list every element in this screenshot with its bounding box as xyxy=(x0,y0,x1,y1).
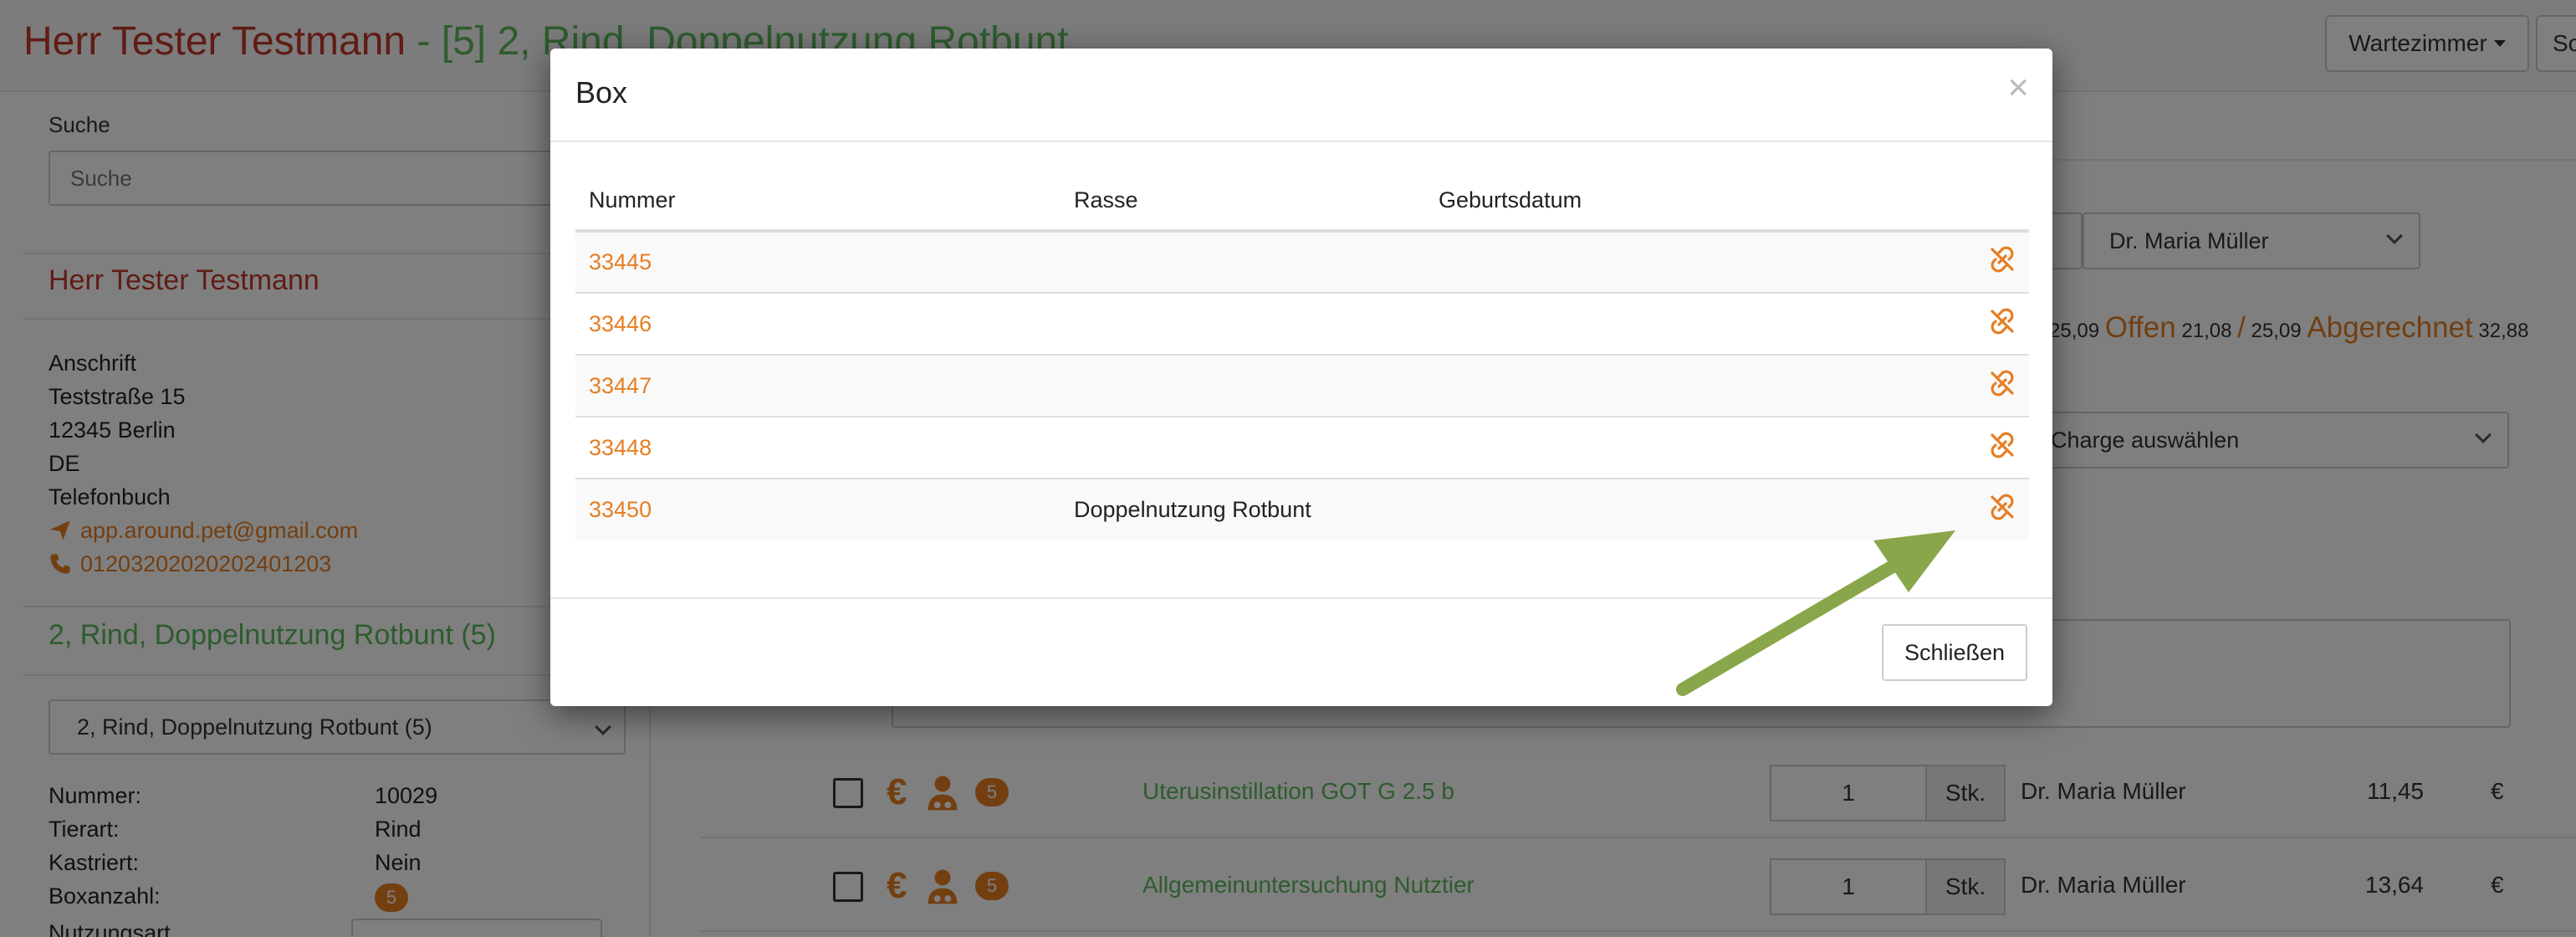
unlink-icon[interactable] xyxy=(1989,308,2016,335)
row-nummer-link[interactable]: 33446 xyxy=(575,293,1061,356)
row-rasse xyxy=(1061,355,1425,417)
row-action xyxy=(1927,293,2029,356)
row-geburtsdatum xyxy=(1425,293,1927,356)
row-geburtsdatum xyxy=(1425,479,1927,540)
row-rasse xyxy=(1061,417,1425,479)
row-rasse xyxy=(1061,231,1425,294)
table-header-row: Nummer Rasse Geburtsdatum xyxy=(575,171,2029,233)
row-geburtsdatum xyxy=(1425,355,1927,417)
modal-title: Box xyxy=(575,75,628,110)
table-row: 33448 xyxy=(575,417,2029,479)
row-rasse xyxy=(1061,293,1425,356)
close-button[interactable]: Schließen xyxy=(1882,624,2027,681)
row-action xyxy=(1927,231,2029,294)
close-icon[interactable]: × xyxy=(2007,67,2029,109)
row-nummer-link[interactable]: 33450 xyxy=(575,479,1061,540)
box-modal: Box × Nummer Rasse Geburtsdatum 33445 33… xyxy=(550,49,2052,706)
row-action xyxy=(1927,417,2029,479)
unlink-icon[interactable] xyxy=(1989,494,2016,520)
row-geburtsdatum xyxy=(1425,417,1927,479)
modal-footer: Schließen xyxy=(550,597,2052,706)
unlink-icon[interactable] xyxy=(1989,246,2016,273)
table-row: 33450 Doppelnutzung Rotbunt xyxy=(575,479,2029,540)
table-row: 33447 xyxy=(575,355,2029,417)
column-header-actions xyxy=(1927,171,2029,233)
modal-body: Nummer Rasse Geburtsdatum 33445 33446 33… xyxy=(575,171,2029,540)
column-header-geburtsdatum: Geburtsdatum xyxy=(1425,171,1927,233)
unlink-icon[interactable] xyxy=(1989,432,2016,458)
modal-header: Box × xyxy=(550,49,2052,142)
row-geburtsdatum xyxy=(1425,231,1927,294)
row-rasse: Doppelnutzung Rotbunt xyxy=(1061,479,1425,540)
row-action xyxy=(1927,355,2029,417)
row-action xyxy=(1927,479,2029,540)
unlink-icon[interactable] xyxy=(1989,370,2016,397)
row-nummer-link[interactable]: 33448 xyxy=(575,417,1061,479)
table-row: 33445 xyxy=(575,231,2029,294)
row-nummer-link[interactable]: 33445 xyxy=(575,231,1061,294)
box-table: Nummer Rasse Geburtsdatum 33445 33446 33… xyxy=(575,171,2029,540)
column-header-nummer: Nummer xyxy=(575,171,1061,233)
row-nummer-link[interactable]: 33447 xyxy=(575,355,1061,417)
column-header-rasse: Rasse xyxy=(1061,171,1425,233)
table-row: 33446 xyxy=(575,293,2029,356)
